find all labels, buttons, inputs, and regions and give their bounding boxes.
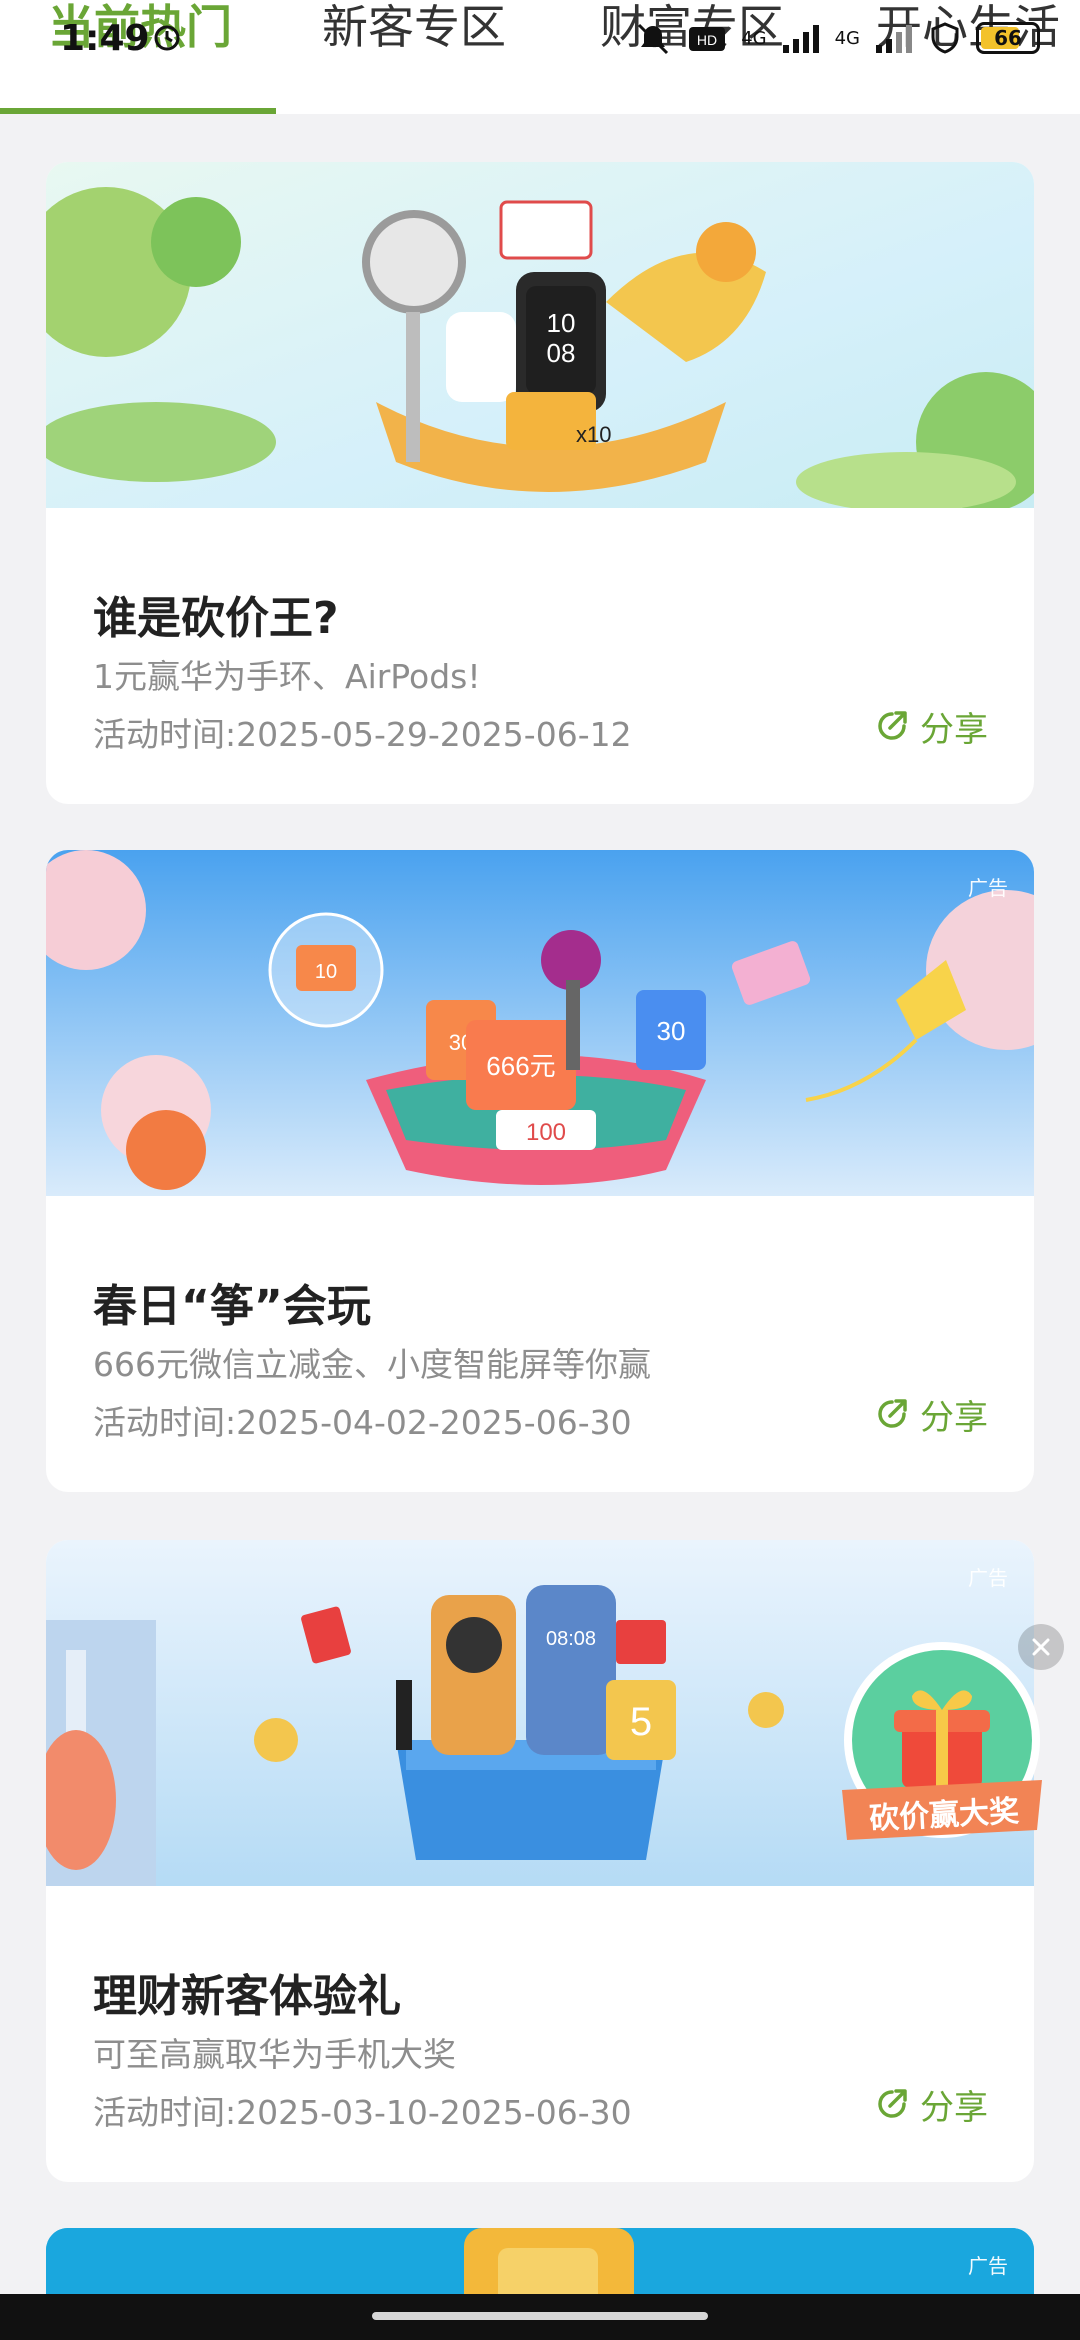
activity-subtitle: 1元赢华为手环、AirPods! [93,657,481,696]
activity-title: 谁是砍价王? [93,593,339,644]
tab-new-customer[interactable]: 新客专区 [322,0,506,60]
close-icon [1032,1638,1050,1656]
banner-image-dragon-boat: 10 08 x10 [46,162,1034,508]
share-icon [878,711,907,740]
tab-hot[interactable]: 当前热门 [48,0,232,60]
svg-text:666元: 666元 [486,1051,555,1081]
activity-title: 春日“筝”会玩 [93,1281,371,1332]
share-label: 分享 [920,2087,988,2128]
svg-text:x10: x10 [576,422,611,447]
activity-date: 活动时间:2025-04-02-2025-06-30 [93,1403,632,1442]
active-tab-indicator [0,108,276,114]
activity-banner[interactable]: 10 08 x10 [46,162,1034,508]
bargain-prize-float-widget[interactable]: 砍价赢大奖 [832,1640,1052,1860]
top-tab-bar: 当前热门 新客专区 财富专区 开心生活 [0,0,1080,114]
share-icon [878,2089,907,2118]
ad-badge: 广告 [968,1566,1008,1590]
svg-text:10: 10 [547,308,576,338]
activity-card[interactable]: 08:08 5 广告 理财新客体验礼 可至高赢取华为手机大奖 活动时间:2025… [46,1540,1034,2182]
activity-banner[interactable]: 30 666元 30 100 10 广告 [46,850,1034,1196]
activity-date: 活动时间:2025-05-29-2025-06-12 [93,715,632,754]
home-gesture-handle[interactable] [372,2312,708,2320]
svg-text:08:08: 08:08 [546,1628,596,1650]
share-button[interactable]: 分享 [874,2080,988,2128]
activity-title: 理财新客体验礼 [93,1971,401,2022]
close-float-widget-button[interactable] [1018,1624,1064,1670]
category-tabs: 当前热门 新客专区 财富专区 开心生活 [0,0,1080,114]
share-icon [878,1399,907,1428]
share-button[interactable]: 分享 [874,1390,988,1438]
activity-date: 活动时间:2025-03-10-2025-06-30 [93,2093,632,2132]
activity-card[interactable]: 30 666元 30 100 10 广告 春日“筝”会玩 666元微信立减金、小… [46,850,1034,1492]
ad-badge: 广告 [968,876,1008,900]
share-button[interactable]: 分享 [874,702,988,750]
svg-text:08: 08 [547,338,576,368]
tab-wealth[interactable]: 财富专区 [600,0,784,60]
share-label: 分享 [920,1397,988,1438]
activity-card[interactable]: 10 08 x10 谁是砍价王? 1元赢华为手环、AirPods! 活动时间:2… [46,162,1034,804]
tab-happy-life[interactable]: 开心生活 [876,0,1060,60]
ad-badge: 广告 [968,2254,1008,2278]
svg-text:10: 10 [315,961,337,983]
svg-text:100: 100 [526,1119,566,1146]
svg-text:5: 5 [630,1700,652,1744]
activity-subtitle: 可至高赢取华为手机大奖 [93,2035,456,2074]
activity-subtitle: 666元微信立减金、小度智能屏等你赢 [93,1345,651,1384]
banner-image-spring-kite: 30 666元 30 100 10 [46,850,1034,1196]
share-label: 分享 [920,709,988,750]
svg-text:30: 30 [657,1016,686,1046]
